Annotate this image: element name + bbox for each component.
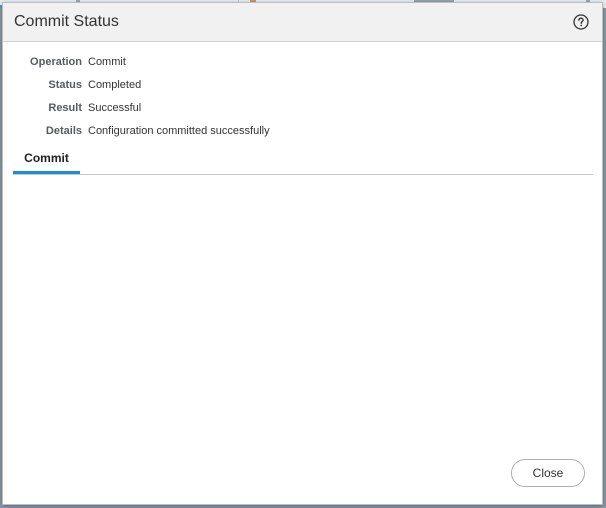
commit-tab-content [13,176,593,456]
detail-value: Successful [88,102,142,114]
detail-value: Configuration committed successfully [88,125,270,137]
detail-label: Status [48,79,82,91]
tab-bar: Commit [13,148,593,175]
detail-row-operation: Operation Commit [3,51,602,74]
detail-row-status: Status Completed [3,74,602,97]
detail-label: Operation [30,56,82,68]
dialog-header: Commit Status [3,3,602,42]
help-circle-icon[interactable] [573,14,589,30]
tab-commit[interactable]: Commit [13,148,80,174]
detail-label: Result [48,102,82,114]
close-button[interactable]: Close [511,459,585,487]
status-details: Operation Commit Status Completed Result… [3,51,602,143]
detail-label: Details [45,125,82,137]
detail-value: Commit [88,56,126,68]
detail-row-result: Result Successful [3,97,602,120]
detail-value: Completed [88,79,142,91]
detail-row-details: Details Configuration committed successf… [3,120,602,143]
commit-status-dialog: Commit Status Operation Commit Status Co… [2,2,603,505]
dialog-title: Commit Status [14,13,119,30]
